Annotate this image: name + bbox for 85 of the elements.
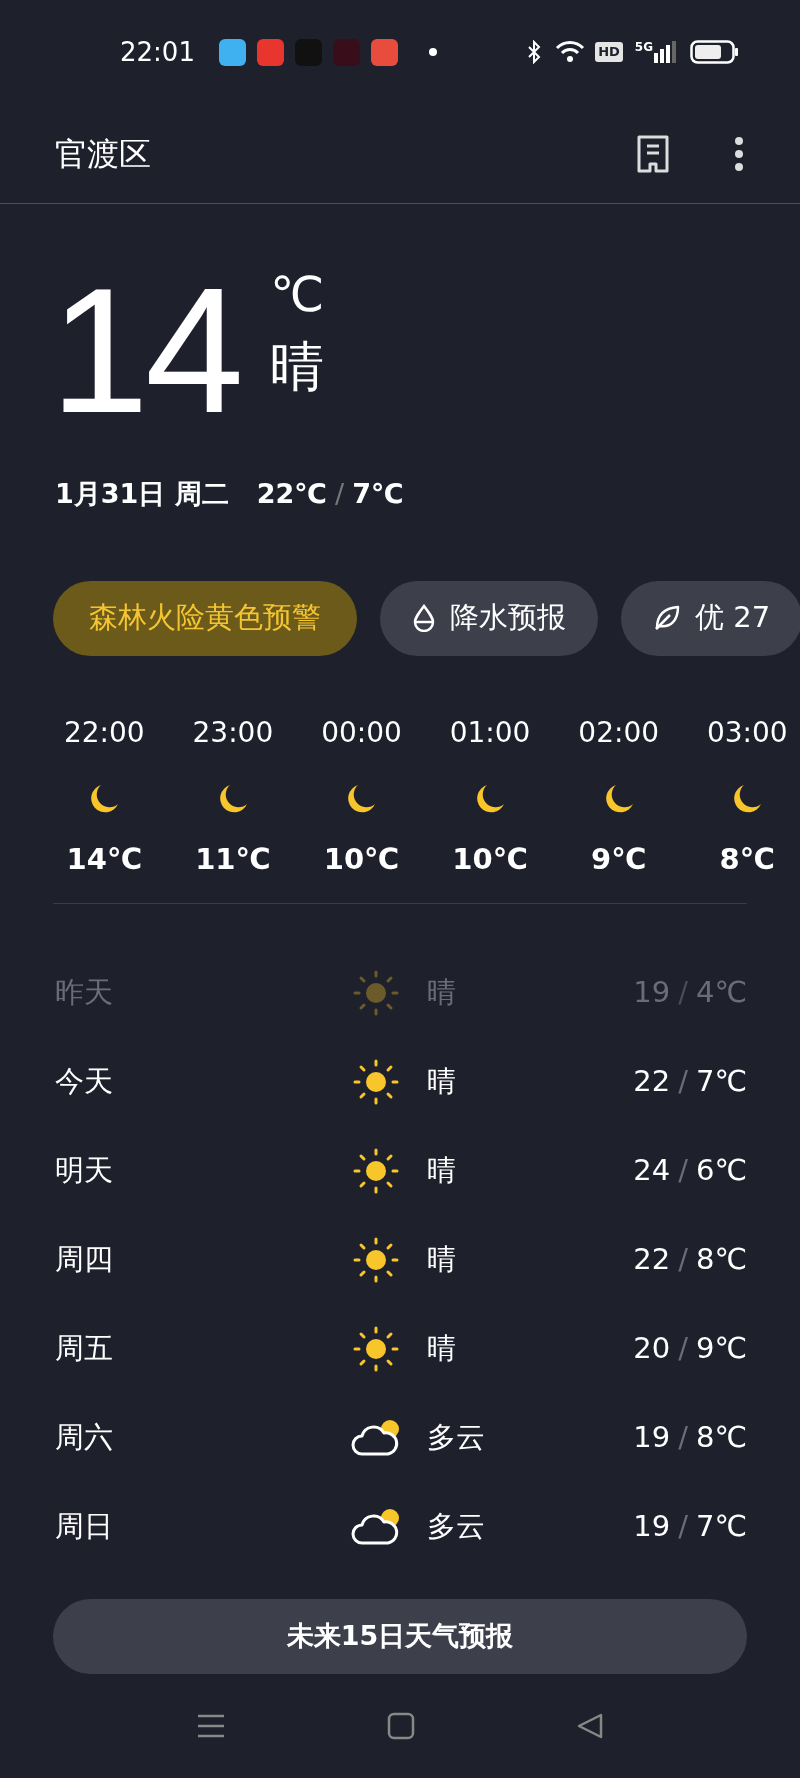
day-label: 周日 <box>55 1507 114 1545</box>
air-quality-chip[interactable]: 优 27 <box>621 580 800 656</box>
water-drop-icon <box>412 604 436 632</box>
temperature-separator: / <box>678 973 688 1011</box>
app-notification-icon <box>256 38 284 66</box>
day-high-temperature: 20 <box>633 1329 671 1367</box>
back-button[interactable] <box>576 1712 604 1740</box>
hour-temperature: 8℃ <box>719 840 775 878</box>
app-notification-icon <box>370 38 398 66</box>
more-menu-button[interactable] <box>734 135 744 172</box>
menu-button[interactable] <box>196 1713 226 1739</box>
signal-icon <box>654 41 676 63</box>
day-high-temperature: 19 <box>633 1507 671 1545</box>
hour-label: 01:00 <box>449 714 531 751</box>
leaf-icon <box>653 604 681 632</box>
high-temperature: 22℃ <box>256 477 328 511</box>
hour-temperature: 14℃ <box>66 840 143 878</box>
day-label: 今天 <box>55 1062 114 1100</box>
hour-label: 03:00 <box>706 714 788 751</box>
status-time: 22:01 <box>120 35 195 69</box>
day-label: 周六 <box>55 1418 114 1456</box>
day-condition: 多云 <box>427 1507 485 1545</box>
day-label: 明天 <box>55 1151 114 1189</box>
temperature-separator: / <box>678 1240 688 1278</box>
day-high-temperature: 19 <box>633 1418 671 1456</box>
hd-indicator: HD <box>595 42 623 62</box>
sun-icon <box>352 1058 399 1105</box>
precipitation-chip[interactable]: 降水预报 <box>380 580 598 656</box>
forecast-button[interactable]: 未来15日天气预报 <box>53 1599 747 1674</box>
home-button[interactable] <box>387 1712 415 1740</box>
day-high-temperature: 22 <box>633 1240 671 1278</box>
hour-label: 00:00 <box>321 714 402 751</box>
day-condition: 多云 <box>427 1418 485 1456</box>
network-type: 5G <box>634 41 653 53</box>
low-temperature: 7℃ <box>352 477 404 511</box>
current-temperature: 14 <box>50 262 240 440</box>
hour-label: 22:00 <box>63 714 145 751</box>
hour-label: 02:00 <box>578 714 659 751</box>
app-notification-icon <box>294 38 322 66</box>
location-title: 官渡区 <box>55 133 151 175</box>
warning-chip[interactable]: 森林火险黄色预警 <box>53 580 357 656</box>
temperature-separator: / <box>335 477 345 511</box>
sun-icon <box>352 1147 399 1194</box>
temperature-separator: / <box>678 1151 688 1189</box>
sun-icon <box>352 1325 399 1372</box>
app-notification-icon <box>218 38 246 66</box>
hour-temperature: 9℃ <box>591 840 647 878</box>
day-low-temperature: 4℃ <box>695 973 747 1011</box>
current-date: 1月31日 周二 <box>55 477 229 511</box>
hour-temperature: 10℃ <box>323 840 400 878</box>
current-condition: 晴 <box>270 340 324 394</box>
temperature-unit: ℃ <box>270 270 324 318</box>
day-condition: 晴 <box>427 1329 456 1367</box>
day-high-temperature: 24 <box>633 1151 671 1189</box>
temperature-separator: / <box>678 1507 688 1545</box>
day-low-temperature: 9℃ <box>695 1329 747 1367</box>
day-low-temperature: 6℃ <box>695 1151 747 1189</box>
wifi-icon <box>555 40 586 64</box>
day-label: 昨天 <box>55 973 114 1011</box>
sun-icon <box>352 969 399 1016</box>
day-condition: 晴 <box>427 1151 456 1189</box>
partly-cloudy-icon <box>349 1417 402 1458</box>
temperature-separator: / <box>678 1062 688 1100</box>
app-notification-icon <box>332 38 360 66</box>
day-high-temperature: 19 <box>633 973 671 1011</box>
day-label: 周四 <box>55 1240 114 1278</box>
hour-temperature: 10℃ <box>452 840 528 878</box>
day-high-temperature: 22 <box>633 1062 671 1100</box>
battery-icon <box>690 40 740 64</box>
sun-icon <box>352 1236 399 1283</box>
bluetooth-icon <box>527 40 542 64</box>
temperature-separator: / <box>678 1418 688 1456</box>
hour-label: 23:00 <box>192 714 274 751</box>
day-condition: 晴 <box>427 973 456 1011</box>
day-low-temperature: 8℃ <box>695 1418 747 1456</box>
partly-cloudy-icon <box>349 1506 402 1547</box>
day-condition: 晴 <box>427 1062 456 1100</box>
city-list-button[interactable] <box>636 133 670 174</box>
day-low-temperature: 8℃ <box>695 1240 747 1278</box>
day-condition: 晴 <box>427 1240 456 1278</box>
hour-temperature: 11℃ <box>195 840 271 878</box>
day-low-temperature: 7℃ <box>695 1062 747 1100</box>
temperature-separator: / <box>678 1329 688 1367</box>
day-label: 周五 <box>55 1329 114 1367</box>
day-low-temperature: 7℃ <box>695 1507 747 1545</box>
